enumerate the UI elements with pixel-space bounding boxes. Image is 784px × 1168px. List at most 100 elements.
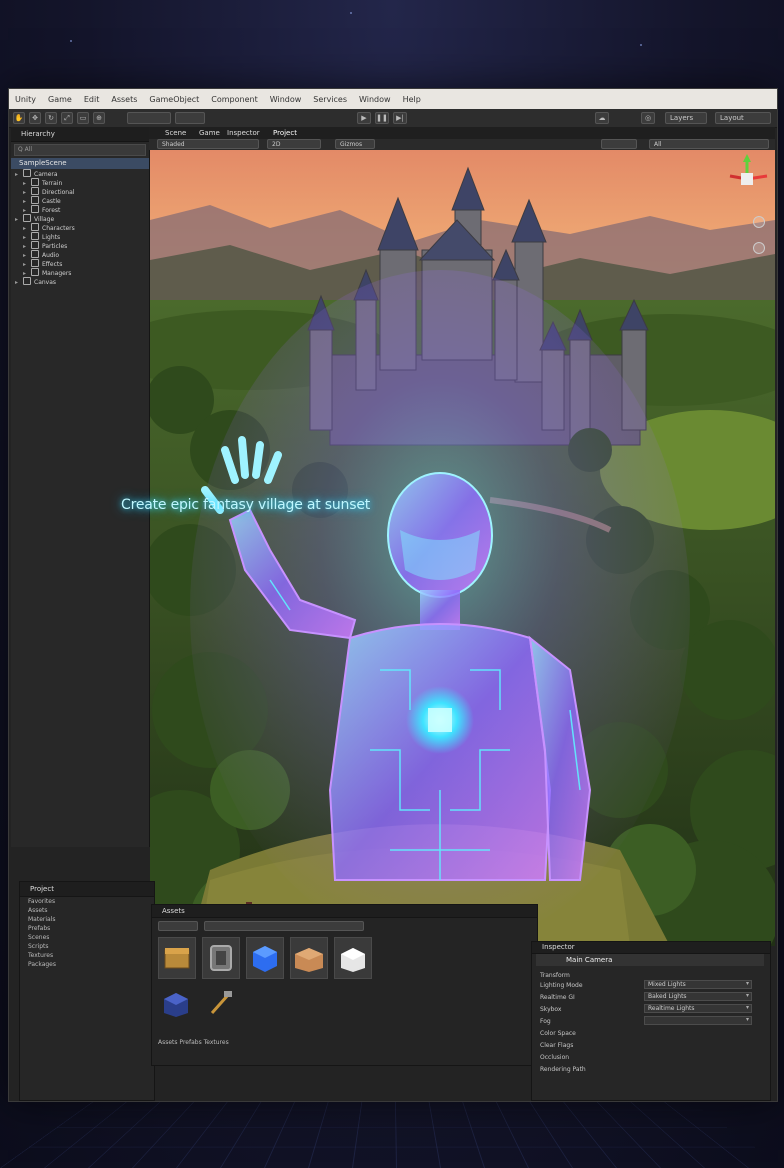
menu-item[interactable]: Edit [84, 95, 100, 104]
chevron-right-icon[interactable]: ▸ [15, 170, 23, 179]
blue-cube-icon [253, 946, 277, 972]
inspector-dropdown[interactable]: Mixed Lights [644, 980, 752, 989]
project-folder[interactable]: Favorites [20, 897, 154, 906]
project-folder[interactable]: Scenes [20, 933, 154, 942]
hierarchy-item[interactable]: ▸ Particles [11, 241, 149, 250]
hierarchy-item-label: Village [34, 216, 55, 223]
hierarchy-item[interactable]: ▸ Audio [11, 250, 149, 259]
asset-chest[interactable] [158, 937, 196, 979]
asset-tool[interactable] [202, 983, 240, 1025]
asset-frame[interactable] [202, 937, 240, 979]
inspector-dropdown[interactable]: Realtime Lights [644, 1004, 752, 1013]
menu-item[interactable]: Window [359, 95, 391, 104]
move-tool-icon[interactable]: ✥ [29, 112, 41, 124]
asset-blue-cube[interactable] [246, 937, 284, 979]
scene-tabs: Scene Game Inspector Project [149, 127, 775, 139]
project-folder[interactable]: Prefabs [20, 924, 154, 933]
hierarchy-item[interactable]: ▸ Village [11, 214, 149, 223]
mode-2d-toggle[interactable]: 2D [267, 139, 321, 149]
editor-window: Unity Game Edit Assets GameObject Compon… [8, 88, 778, 1102]
rect-tool-icon[interactable]: ▭ [77, 112, 89, 124]
star [70, 40, 72, 42]
project-folder[interactable]: Packages [20, 960, 154, 969]
hierarchy-item[interactable]: ▸ Characters [11, 223, 149, 232]
camera-dropdown[interactable] [601, 139, 637, 149]
orbit-icon[interactable] [753, 242, 765, 254]
scene-view[interactable] [150, 150, 775, 946]
gameobject-icon [23, 169, 31, 177]
hierarchy-item-label: Camera [34, 171, 58, 178]
hierarchy-item[interactable]: ▸ Lights [11, 232, 149, 241]
hierarchy-item-label: Canvas [34, 279, 57, 286]
chevron-right-icon[interactable]: ▸ [15, 215, 23, 224]
hierarchy-item[interactable]: ▸ Forest [11, 205, 149, 214]
hierarchy-item[interactable]: ▸ Camera [11, 169, 149, 178]
hand-tool-icon[interactable]: ✋ [13, 112, 25, 124]
assets-search[interactable] [204, 921, 364, 931]
white-cube-icon [341, 948, 365, 972]
scene-search[interactable]: All [649, 139, 769, 149]
tab-project[interactable]: Project [273, 127, 297, 139]
tab-scene[interactable]: Scene [165, 127, 186, 139]
rotate-tool-icon[interactable]: ↻ [45, 112, 57, 124]
play-button-icon[interactable]: ▶ [357, 112, 371, 124]
tab-game[interactable]: Game [199, 127, 220, 139]
layers-dropdown[interactable]: Layers [665, 112, 707, 124]
menu-item[interactable]: GameObject [149, 95, 199, 104]
asset-box[interactable] [290, 937, 328, 979]
menu-item[interactable]: Unity [15, 95, 36, 104]
hierarchy-item[interactable]: ▸ Effects [11, 259, 149, 268]
hierarchy-item[interactable]: ▸ Terrain [11, 178, 149, 187]
hierarchy-search[interactable]: Q All [14, 144, 146, 156]
project-folder[interactable]: Scripts [20, 942, 154, 951]
scene-root[interactable]: SampleScene [11, 158, 149, 169]
hierarchy-item[interactable]: ▸ Canvas [11, 277, 149, 286]
inspector-object-name[interactable]: Main Camera [536, 954, 764, 966]
project-folder[interactable]: Textures [20, 951, 154, 960]
inspector-tab[interactable]: Inspector [532, 942, 770, 954]
hierarchy-item-label: Effects [42, 261, 63, 268]
tab-inspector[interactable]: Inspector [227, 127, 260, 139]
hierarchy-item[interactable]: ▸ Managers [11, 268, 149, 277]
scale-tool-icon[interactable]: ⤢ [61, 112, 73, 124]
assets-filter-dropdown[interactable] [158, 921, 198, 931]
inspector-dropdown[interactable] [644, 1016, 752, 1025]
hierarchy-item-label: Castle [42, 198, 61, 205]
menu-item[interactable]: Window [270, 95, 302, 104]
transform-tool-icon[interactable]: ⊕ [93, 112, 105, 124]
menu-item[interactable]: Game [48, 95, 72, 104]
pause-button-icon[interactable]: ❚❚ [375, 112, 389, 124]
assets-breadcrumb: Assets Prefabs Textures [158, 1039, 229, 1046]
gameobject-icon [31, 268, 39, 276]
menu-item[interactable]: Component [211, 95, 257, 104]
gameobject-icon [31, 196, 39, 204]
hierarchy-tab[interactable]: Hierarchy [11, 127, 149, 142]
cloud-icon[interactable]: ☁ [595, 112, 609, 124]
project-folder[interactable]: Materials [20, 915, 154, 924]
global-toggle[interactable] [175, 112, 205, 124]
shading-dropdown[interactable]: Shaded [157, 139, 259, 149]
zoom-icon[interactable] [753, 216, 765, 228]
collab-icon[interactable]: ◎ [641, 112, 655, 124]
hierarchy-item[interactable]: ▸ Castle [11, 196, 149, 205]
asset-white-cube[interactable] [334, 937, 372, 979]
inspector-property: Skybox [540, 1006, 562, 1013]
project-folder[interactable]: Assets [20, 906, 154, 915]
hierarchy-item[interactable]: ▸ Directional [11, 187, 149, 196]
axis-gizmo-icon[interactable] [722, 154, 772, 204]
step-button-icon[interactable]: ▶| [393, 112, 407, 124]
gameobject-icon [31, 259, 39, 267]
gameobject-icon [31, 187, 39, 195]
asset-dark-cube[interactable] [158, 983, 196, 1025]
project-tab[interactable]: Project [20, 882, 154, 897]
gizmos-dropdown[interactable]: Gizmos [335, 139, 375, 149]
chevron-right-icon[interactable]: ▸ [15, 278, 23, 287]
assets-header: Assets [152, 905, 537, 918]
layout-dropdown[interactable]: Layout [715, 112, 771, 124]
pivot-toggle[interactable] [127, 112, 171, 124]
menu-item[interactable]: Assets [111, 95, 137, 104]
inspector-section[interactable]: Transform [540, 972, 570, 979]
inspector-dropdown[interactable]: Baked Lights [644, 992, 752, 1001]
menu-item[interactable]: Help [403, 95, 421, 104]
menu-item[interactable]: Services [313, 95, 347, 104]
